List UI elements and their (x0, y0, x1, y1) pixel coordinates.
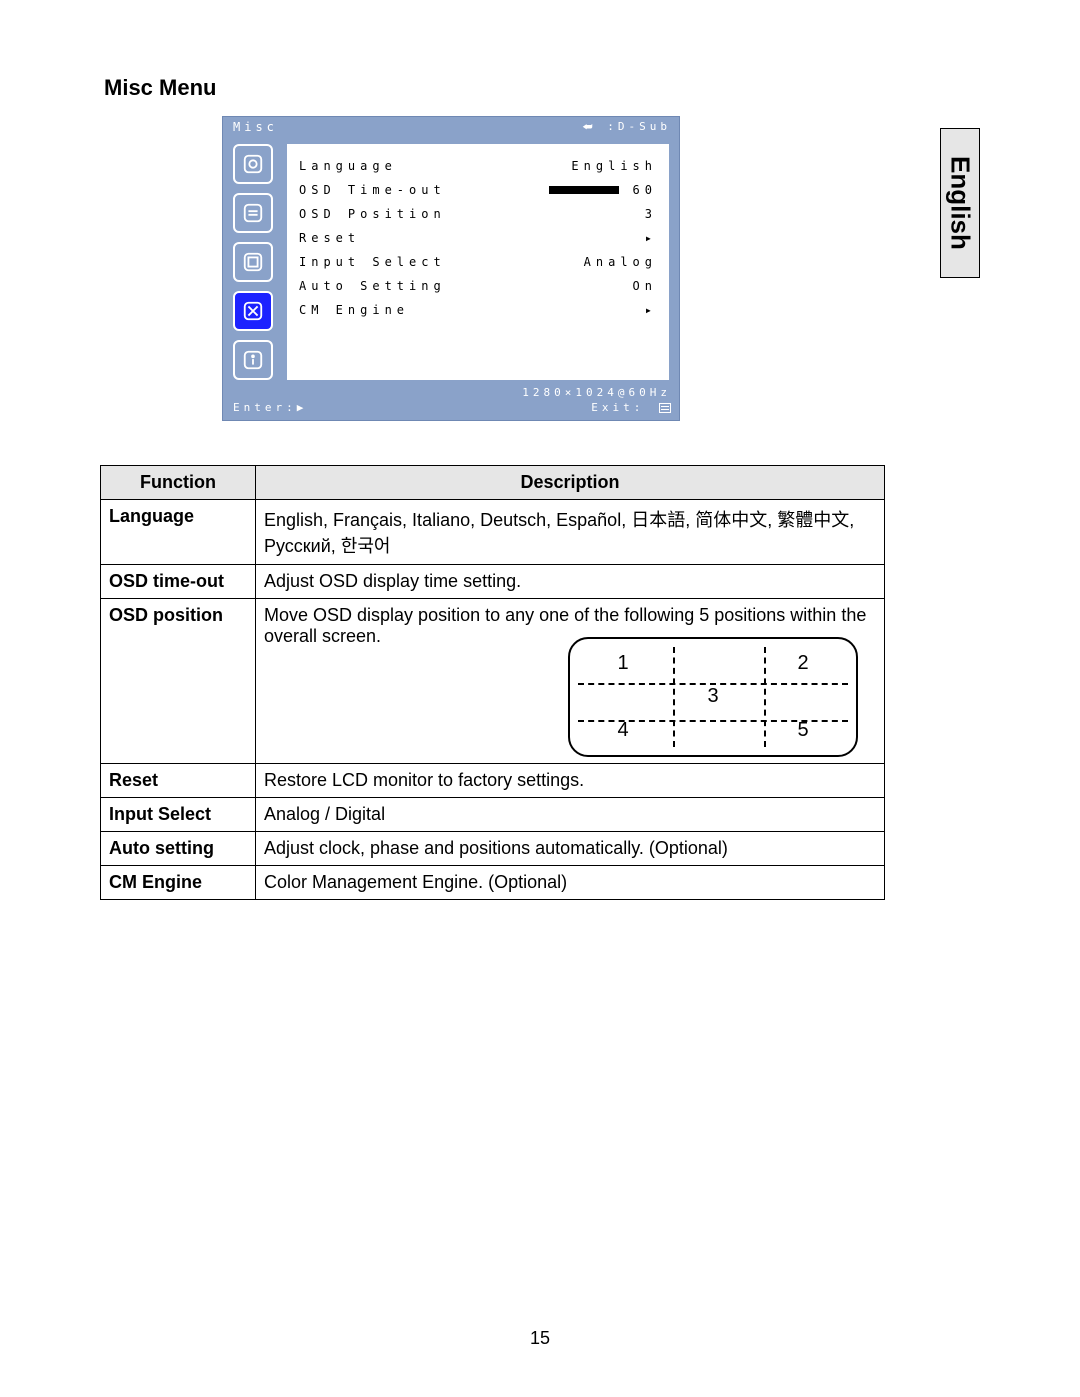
osd-row-label: OSD Position (299, 207, 446, 221)
menu-icon (659, 403, 671, 413)
osd-screenshot: Misc ⮨ :D-Sub (222, 116, 680, 421)
misc-menu-icon[interactable] (233, 291, 273, 331)
fn-cell: CM Engine (101, 866, 256, 900)
fn-cell: OSD time-out (101, 565, 256, 599)
osd-title: Misc (233, 120, 278, 134)
language-tab: English (940, 128, 980, 278)
osd-row-value: ▸ (645, 231, 657, 245)
desc-cell: Color Management Engine. (Optional) (256, 866, 885, 900)
function-description-table: Function Description Language English, F… (100, 465, 885, 900)
osd-content-panel: Language English OSD Time-out 60 OSD Pos… (287, 144, 669, 380)
osd-row-value: 60 (633, 183, 657, 197)
fn-cell: Input Select (101, 798, 256, 832)
header-description: Description (256, 466, 885, 500)
osd-resolution: 1280×1024@60Hz (522, 386, 671, 399)
picture-menu-icon[interactable] (233, 144, 273, 184)
fn-cell: OSD position (101, 599, 256, 764)
pos-1: 1 (578, 647, 668, 680)
pos-2: 2 (758, 647, 848, 680)
osd-row-value: On (633, 279, 657, 293)
table-row: Reset Restore LCD monitor to factory set… (101, 764, 885, 798)
section-title: Misc Menu (104, 75, 980, 101)
table-header-row: Function Description (101, 466, 885, 500)
table-row: Auto setting Adjust clock, phase and pos… (101, 832, 885, 866)
osd-row-value: English (571, 159, 657, 173)
osd-row-label: Reset (299, 231, 360, 245)
geometry-menu-icon[interactable] (233, 193, 273, 233)
pos-4: 4 (578, 714, 668, 747)
osd-row-label: Language (299, 159, 397, 173)
table-row: CM Engine Color Management Engine. (Opti… (101, 866, 885, 900)
page-number: 15 (0, 1328, 1080, 1349)
osd-row-value: 3 (645, 207, 657, 221)
info-menu-icon[interactable] (233, 340, 273, 380)
osd-row-timeout[interactable]: OSD Time-out 60 (299, 178, 657, 202)
pos-3: 3 (668, 680, 758, 713)
desc-cell: Adjust OSD display time setting. (256, 565, 885, 599)
fn-cell: Auto setting (101, 832, 256, 866)
osd-row-reset[interactable]: Reset ▸ (299, 226, 657, 250)
desc-cell: Analog / Digital (256, 798, 885, 832)
osd-input-indicator: ⮨ :D-Sub (582, 120, 671, 134)
fn-cell: Language (101, 500, 256, 565)
osd-row-cm-engine[interactable]: CM Engine ▸ (299, 298, 657, 322)
osd-icon-strip (233, 144, 277, 380)
table-row: Language English, Français, Italiano, De… (101, 500, 885, 565)
osd-row-value: Analog (584, 255, 657, 269)
osd-row-position[interactable]: OSD Position 3 (299, 202, 657, 226)
osd-row-label: OSD Time-out (299, 183, 446, 197)
osd-row-auto-setting[interactable]: Auto Setting On (299, 274, 657, 298)
table-row: Input Select Analog / Digital (101, 798, 885, 832)
osd-position-diagram: 1 2 3 4 5 (568, 637, 858, 757)
language-tab-label: English (945, 156, 976, 250)
osd-row-input-select[interactable]: Input Select Analog (299, 250, 657, 274)
table-row: OSD time-out Adjust OSD display time set… (101, 565, 885, 599)
desc-cell: Restore LCD monitor to factory settings. (256, 764, 885, 798)
osd-row-label: Input Select (299, 255, 446, 269)
desc-cell: Adjust clock, phase and positions automa… (256, 832, 885, 866)
fn-cell: Reset (101, 764, 256, 798)
pos-5: 5 (758, 714, 848, 747)
timeout-bar-icon (549, 186, 619, 194)
osd-row-language[interactable]: Language English (299, 154, 657, 178)
osd-row-label: Auto Setting (299, 279, 446, 293)
osd-exit-hint: Exit: (591, 401, 671, 414)
osd-row-value: ▸ (645, 303, 657, 317)
header-function: Function (101, 466, 256, 500)
osd-row-label: CM Engine (299, 303, 409, 317)
color-menu-icon[interactable] (233, 242, 273, 282)
desc-cell: English, Français, Italiano, Deutsch, Es… (256, 500, 885, 565)
table-row: OSD position Move OSD display position t… (101, 599, 885, 764)
desc-cell: Move OSD display position to any one of … (256, 599, 885, 764)
osd-enter-hint: Enter:▶ (233, 401, 307, 414)
